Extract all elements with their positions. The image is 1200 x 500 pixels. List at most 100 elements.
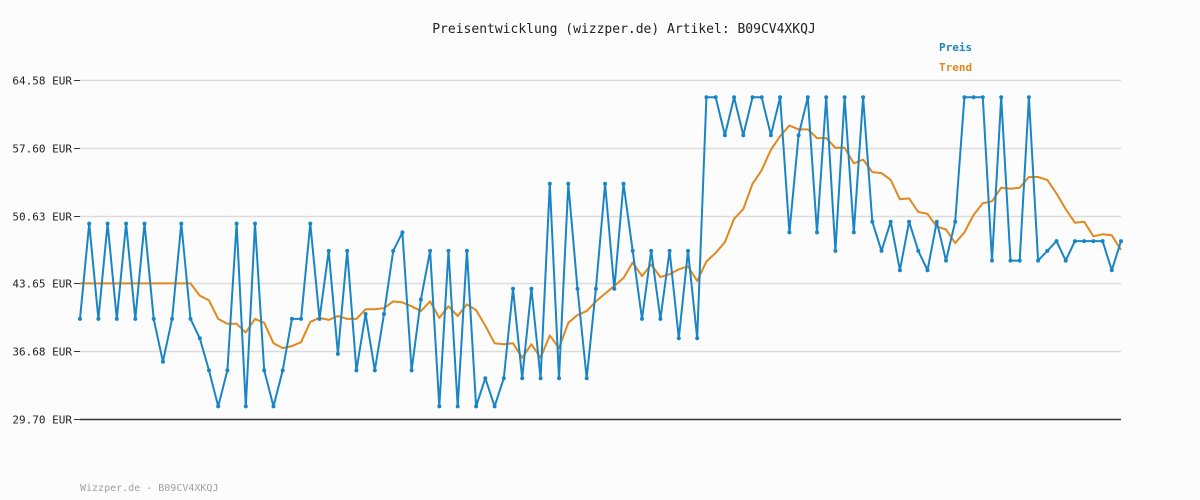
preis-point [768,133,773,138]
preis-point [179,221,184,226]
preis-point [188,316,193,321]
preis-point [501,376,506,381]
preis-point [851,230,856,235]
preis-point [428,248,433,253]
preis-point [446,248,451,253]
preis-point [593,286,598,291]
y-tick-label: 36.68 EUR [12,346,72,359]
grid-lines [80,79,1121,353]
preis-point [492,404,497,409]
preis-point [944,258,948,263]
preis-point [603,181,608,186]
preis-point [630,248,635,253]
preis-point [455,404,460,409]
preis-point [815,230,819,235]
preis-point [787,230,792,235]
preis-point [1109,268,1114,273]
preis-point [335,351,340,356]
preis-point [824,95,829,100]
preis-point [216,404,221,409]
preis-point [916,248,921,253]
preis-point [538,376,543,381]
preis-point [990,258,994,263]
preis-point [170,316,175,321]
preis-point [621,181,626,186]
preis-point [1082,239,1087,244]
preis-point [1045,248,1050,253]
y-axis-ticks: 64.58 EUR 57.60 EUR 50.63 EUR 43.65 EUR 36.6… [12,75,80,427]
preis-point [999,95,1004,100]
preis-point [511,286,515,291]
preis-point [400,230,405,235]
preis-point [842,95,847,100]
preis-point [897,268,902,273]
preis-point [289,316,294,321]
preis-point [796,133,801,138]
preis-point [409,368,414,373]
preis-point [980,95,985,100]
preis-point [354,368,359,373]
preis-point [833,248,838,253]
preis-point [197,336,202,341]
preis-point [612,286,617,291]
preis-point [1100,239,1105,244]
preis-point [1063,258,1068,263]
preis-point [575,286,580,291]
preis-point [695,336,700,341]
preis-point [934,219,939,224]
preis-point [805,95,810,100]
preis-point [391,248,396,253]
preis-point [345,248,350,253]
preis-point [160,359,165,364]
series-line-preis [79,96,1122,408]
preis-point [686,248,690,253]
preis-point [418,297,423,302]
preis-point [243,404,248,409]
preis-point [713,95,718,100]
preis-point [547,181,552,186]
preis-point [1026,95,1031,100]
preis-point [557,376,561,381]
legend-trend: Trend [939,61,972,74]
preis-point [750,95,755,100]
preis-point [207,368,211,373]
preis-point [953,219,958,224]
preis-point [907,219,912,224]
preis-point [870,219,875,224]
preis-point [124,221,129,226]
preis-point [151,316,156,321]
preis-point [962,95,967,100]
preis-point [96,316,101,321]
preis-point [253,221,257,226]
preis-point [971,95,976,100]
preis-point [87,221,92,226]
preis-point [1017,258,1022,263]
preis-point [925,268,930,273]
preis-point [474,404,479,409]
y-tick-label: 29.70 EUR [12,414,72,427]
preis-point [1008,258,1013,263]
preis-point [105,221,110,226]
preis-point [529,286,534,291]
preis-point [382,312,386,316]
preis-point [1036,258,1041,263]
preis-point [437,404,442,409]
y-tick-label: 43.65 EUR [12,278,72,291]
preis-point [234,221,239,226]
preis-point [464,248,469,253]
preis-point [225,368,230,373]
preis-point [888,219,893,224]
chart-title: Preisentwicklung (wizzper.de) Artikel: B… [432,22,816,37]
preis-point [676,336,681,341]
preis-point [372,368,377,373]
y-tick-label: 64.58 EUR [12,75,72,88]
preis-point [640,316,644,321]
price-chart: Preisentwicklung (wizzper.de) Artikel: B… [12,22,1123,494]
preis-point [658,316,663,321]
y-tick-label: 57.60 EUR [12,143,72,156]
preis-point [879,248,884,253]
legend-preis: Preis [939,41,972,54]
preis-point [1054,239,1059,244]
preis-point [133,316,138,321]
preis-point [308,221,313,226]
